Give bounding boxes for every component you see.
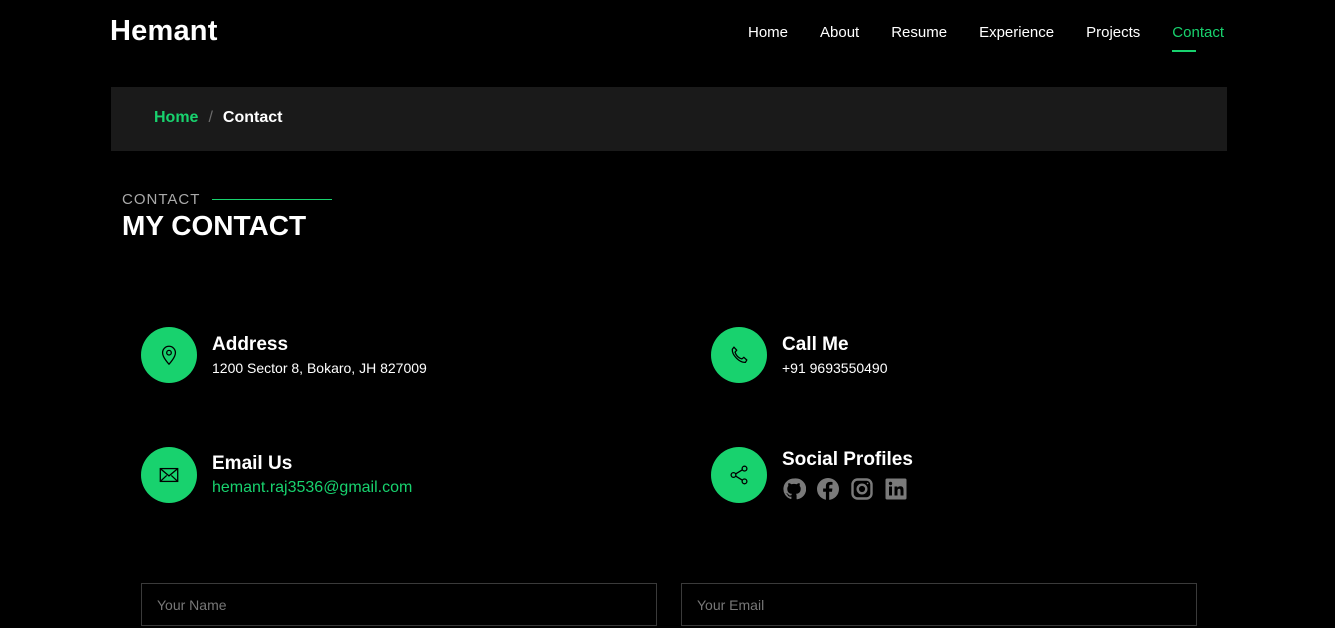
breadcrumb-home-link[interactable]: Home <box>154 109 198 127</box>
section-subtitle: CONTACT <box>122 191 333 208</box>
call-value[interactable]: +91 9693550490 <box>782 360 888 376</box>
email-link[interactable]: hemant.raj3536@gmail.com <box>212 479 412 497</box>
github-icon[interactable] <box>782 477 806 501</box>
email-input[interactable] <box>681 583 1197 626</box>
section-title: MY CONTACT <box>122 210 307 241</box>
email-title: Email Us <box>212 453 293 474</box>
share-icon <box>711 447 767 503</box>
section-subtitle-text: CONTACT <box>122 191 201 208</box>
social-card: Social Profiles <box>711 447 913 503</box>
address-title: Address <box>212 334 289 355</box>
map-pin-icon <box>141 327 197 383</box>
call-title: Call Me <box>782 334 849 355</box>
envelope-icon <box>141 447 197 503</box>
call-card: Call Me +91 9693550490 <box>711 327 888 383</box>
name-input[interactable] <box>141 583 657 626</box>
nav-about[interactable]: About <box>820 24 859 49</box>
nav-home[interactable]: Home <box>748 24 788 49</box>
nav-contact[interactable]: Contact <box>1172 24 1224 52</box>
nav-resume[interactable]: Resume <box>891 24 947 49</box>
address-card: Address 1200 Sector 8, Bokaro, JH 827009 <box>141 327 427 383</box>
main-nav: Home About Resume Experience Projects Co… <box>748 24 1224 52</box>
nav-experience[interactable]: Experience <box>979 24 1054 49</box>
social-links <box>782 477 913 501</box>
instagram-icon[interactable] <box>850 477 874 501</box>
section-subtitle-line <box>212 199 333 200</box>
breadcrumb: Home / Contact <box>154 109 282 127</box>
email-card: Email Us hemant.raj3536@gmail.com <box>141 447 412 503</box>
site-logo[interactable]: Hemant <box>110 15 218 48</box>
site-header: Hemant Home About Resume Experience Proj… <box>0 0 1335 68</box>
linkedin-icon[interactable] <box>884 477 908 501</box>
breadcrumb-current: Contact <box>222 109 283 126</box>
phone-icon <box>711 327 767 383</box>
address-value: 1200 Sector 8, Bokaro, JH 827009 <box>212 360 427 376</box>
breadcrumb-separator: / <box>208 109 213 126</box>
nav-projects[interactable]: Projects <box>1086 24 1140 49</box>
breadcrumb-bar: Home / Contact <box>111 87 1227 151</box>
facebook-icon[interactable] <box>816 477 840 501</box>
social-title: Social Profiles <box>782 449 913 470</box>
